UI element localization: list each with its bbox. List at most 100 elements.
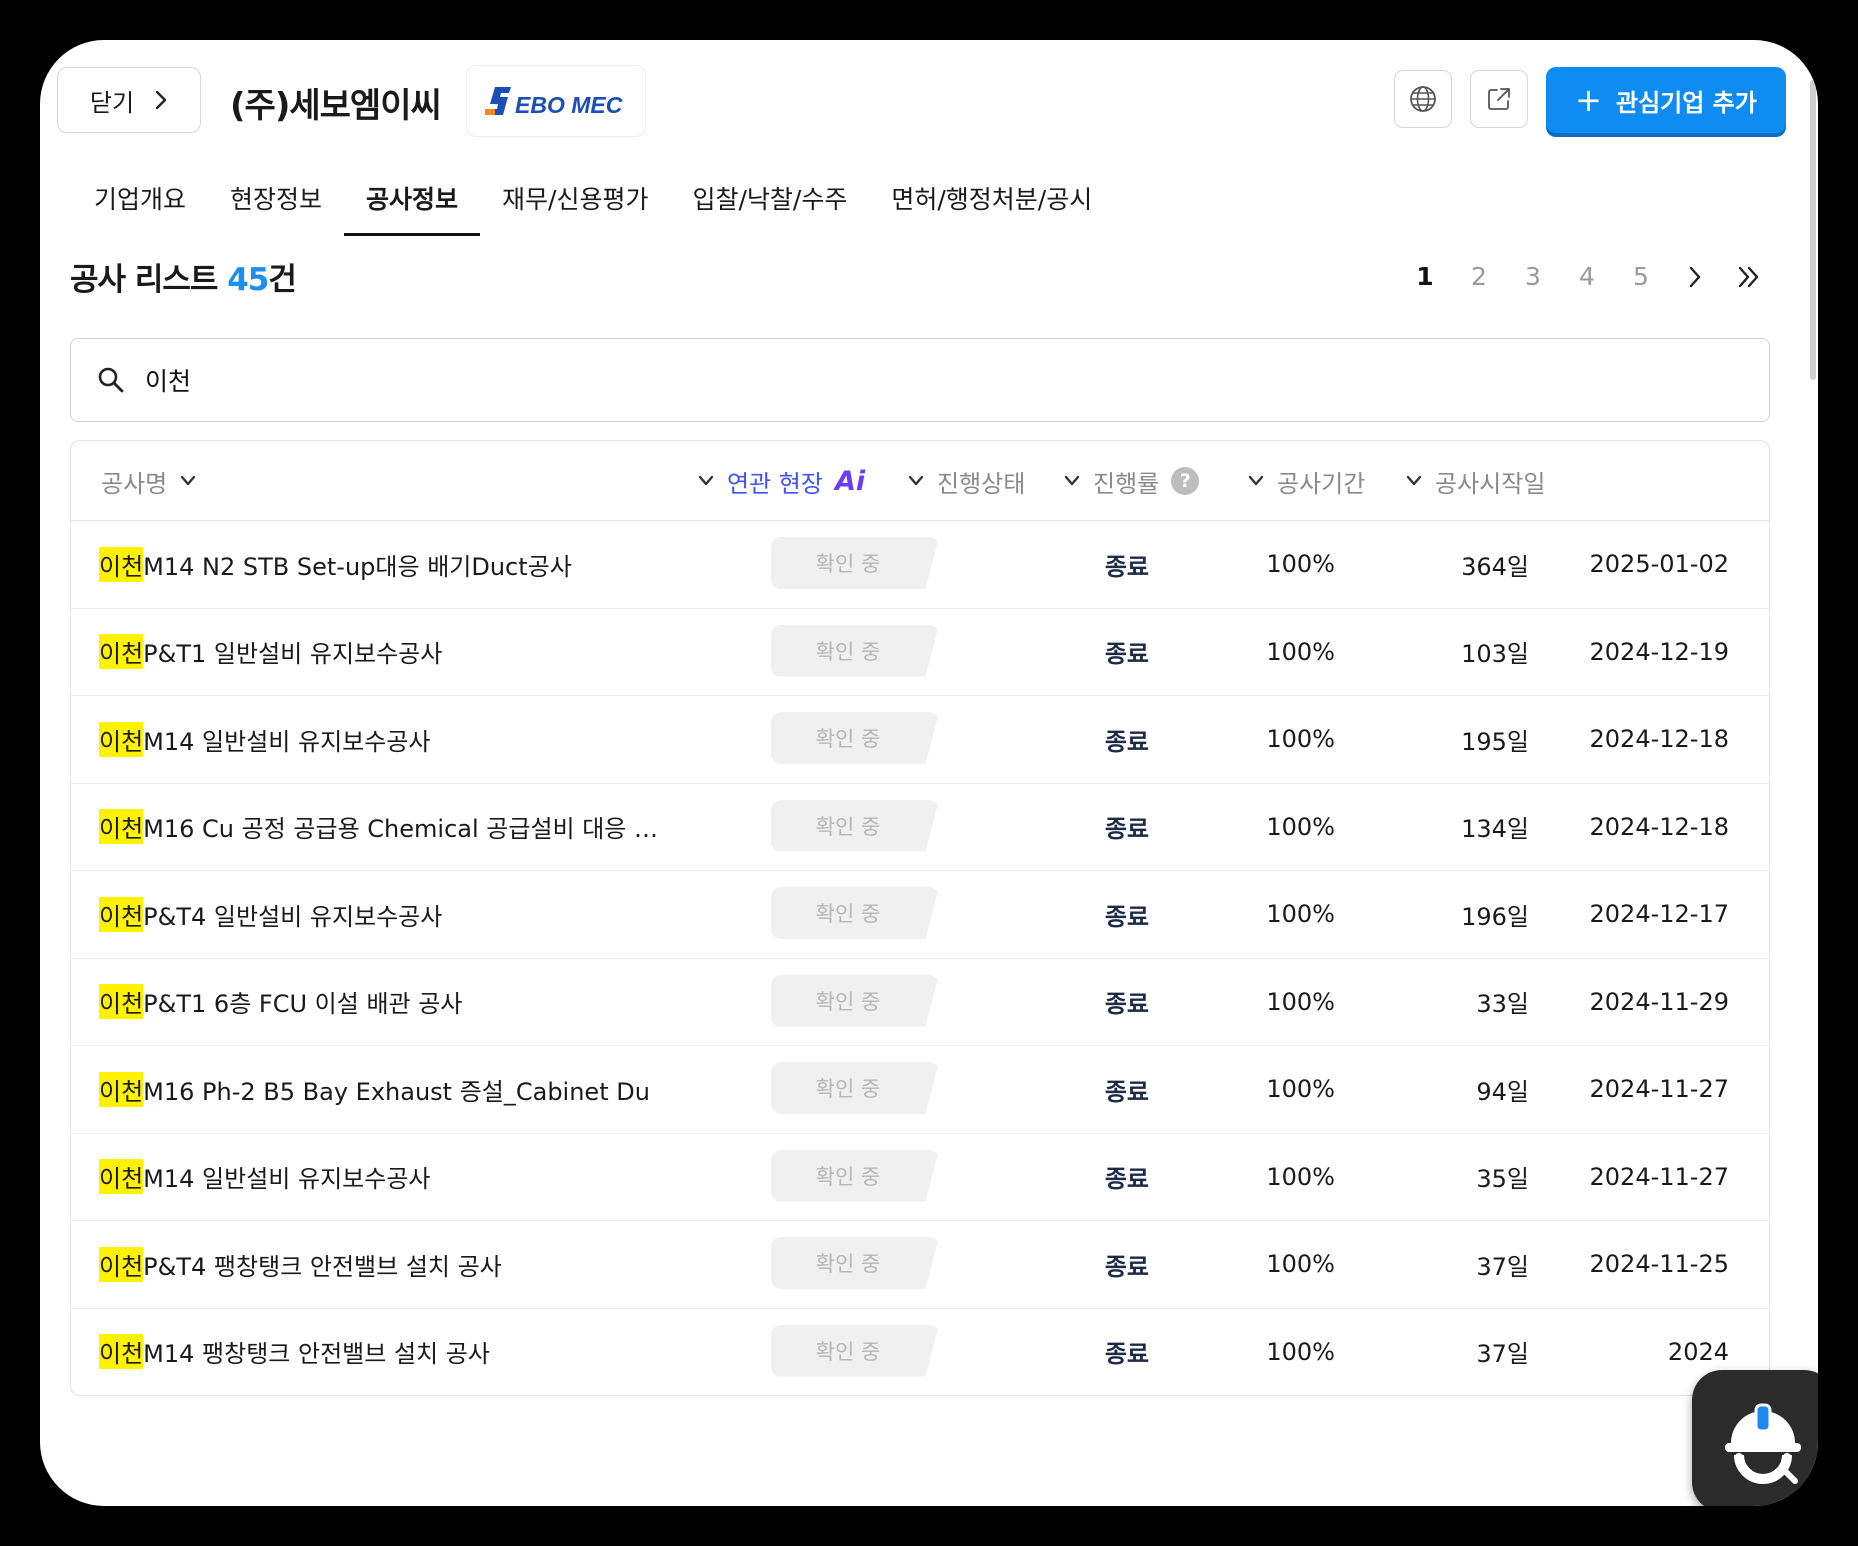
status-cell: 종료 [1104, 902, 1149, 931]
add-favorite-company-button[interactable]: + 관심기업 추가 [1546, 67, 1786, 133]
chevron-down-icon [181, 475, 196, 486]
table-row[interactable]: 이천 P&T1 일반설비 유지보수공사 확인 중 종료 100% 103일 202… [71, 609, 1769, 696]
construction-name[interactable]: 이천 M14 팽창탱크 안전밸브 설치 공사 [99, 1309, 659, 1395]
table-body: 이천 M14 N2 STB Set-up대응 배기Duct공사 확인 중 종료 1… [71, 521, 1769, 1396]
search-input[interactable] [145, 365, 1645, 395]
rate-cell: 100% [1266, 550, 1335, 578]
construction-name[interactable]: 이천 P&T4 일반설비 유지보수공사 [99, 871, 659, 957]
construction-name[interactable]: 이천 M14 N2 STB Set-up대응 배기Duct공사 [99, 521, 659, 607]
construction-name[interactable]: 이천 P&T1 일반설비 유지보수공사 [99, 609, 659, 695]
search-highlight: 이천 [99, 1246, 144, 1282]
page-2[interactable]: 2 [1452, 262, 1506, 291]
table-row[interactable]: 이천 P&T4 일반설비 유지보수공사 확인 중 종료 100% 196일 202… [71, 871, 1769, 959]
construction-name-text: M16 Cu 공정 공급용 Chemical 공급설비 대응 … [143, 815, 659, 843]
construction-name[interactable]: 이천 M14 일반설비 유지보수공사 [99, 1134, 659, 1220]
table-row[interactable]: 이천 M16 Cu 공정 공급용 Chemical 공급설비 대응 … 확인 중 … [71, 784, 1769, 871]
construction-name[interactable]: 이천 P&T4 팽창탱크 안전밸브 설치 공사 [99, 1221, 659, 1307]
rate-cell: 100% [1266, 812, 1335, 841]
construction-name-text: P&T1 일반설비 유지보수공사 [143, 640, 443, 668]
language-button[interactable] [1394, 70, 1452, 128]
column-header-period[interactable]: 공사기간 [1247, 441, 1365, 521]
table-row[interactable]: 이천 P&T1 6층 FCU 이설 배관 공사 확인 중 종료 100% 33일 … [71, 959, 1769, 1046]
close-button[interactable]: 닫기 [57, 67, 201, 133]
company-name: (주)세보엠이씨 [230, 86, 442, 126]
search-highlight: 이천 [99, 984, 144, 1019]
column-header-related-site[interactable]: 연관 현장 Ai [697, 441, 865, 521]
search-highlight: 이천 [99, 1071, 144, 1107]
column-header-start-date[interactable]: 공사시작일 [1405, 441, 1545, 521]
start-date-cell: 2024-12-18 [1589, 812, 1729, 841]
tab-bid-award[interactable]: 입찰/낙찰/수주 [670, 180, 869, 236]
construction-name[interactable]: 이천 M16 Ph-2 B5 Bay Exhaust 증설_Cabinet Du [99, 1046, 659, 1132]
page-3[interactable]: 3 [1506, 262, 1560, 291]
rate-cell: 100% [1266, 1075, 1335, 1103]
related-site-badge: 확인 중 [771, 712, 939, 764]
table-row[interactable]: 이천 M14 일반설비 유지보수공사 확인 중 종료 100% 195일 2024… [71, 696, 1769, 784]
chatbot-helmet-icon [1725, 1403, 1801, 1484]
search-highlight: 이천 [99, 1334, 144, 1369]
status-cell: 종료 [1104, 1252, 1149, 1281]
chevron-down-icon [908, 475, 924, 486]
table-row[interactable]: 이천 M14 N2 STB Set-up대응 배기Duct공사 확인 중 종료 1… [71, 521, 1769, 609]
start-date-cell: 2025-01-02 [1589, 550, 1729, 578]
page-1[interactable]: 1 [1398, 262, 1452, 291]
status-cell: 종료 [1104, 727, 1149, 756]
column-status-label: 진행상태 [937, 469, 1026, 498]
start-date-cell: 2024-11-25 [1589, 1250, 1729, 1278]
construction-name-text: P&T4 팽창탱크 안전밸브 설치 공사 [143, 1252, 502, 1281]
tab-finance-credit[interactable]: 재무/신용평가 [480, 180, 670, 236]
column-header-status[interactable]: 진행상태 [907, 441, 1025, 521]
page-5[interactable]: 5 [1614, 262, 1668, 291]
page-4[interactable]: 4 [1560, 262, 1614, 291]
rate-cell: 100% [1266, 1162, 1335, 1191]
next-page-button[interactable] [1668, 265, 1722, 289]
pagination: 1 2 3 4 5 [1398, 262, 1776, 291]
column-name-label: 공사명 [101, 469, 168, 498]
table-row[interactable]: 이천 M14 일반설비 유지보수공사 확인 중 종료 100% 35일 2024-… [71, 1134, 1769, 1221]
open-external-button[interactable] [1470, 70, 1528, 128]
close-label: 닫기 [89, 88, 135, 117]
period-cell: 37일 [1476, 1340, 1529, 1368]
last-page-button[interactable] [1722, 265, 1776, 289]
search-box [70, 338, 1770, 422]
tab-construction-info[interactable]: 공사정보 [344, 180, 481, 236]
status-cell: 종료 [1104, 1165, 1149, 1193]
construction-name[interactable]: 이천 P&T1 6층 FCU 이설 배관 공사 [99, 959, 659, 1045]
table-row[interactable]: 이천 M16 Ph-2 B5 Bay Exhaust 증설_Cabinet Du … [71, 1046, 1769, 1134]
related-site-badge: 확인 중 [771, 799, 939, 852]
column-period-label: 공사기간 [1277, 469, 1366, 498]
period-cell: 196일 [1461, 902, 1529, 931]
svg-text:EBO MEC: EBO MEC [515, 92, 623, 118]
table-header: 공사명 연관 현장 Ai 진행상태 진행률 ? 공사기간 공사시작일 [71, 441, 1769, 521]
list-count: 45 [227, 262, 269, 298]
chevron-down-icon [1248, 475, 1264, 486]
status-cell: 종료 [1104, 1340, 1149, 1368]
chatbot-button[interactable] [1692, 1370, 1818, 1506]
construction-name-text: M14 N2 STB Set-up대응 배기Duct공사 [143, 552, 572, 581]
related-site-badge: 확인 중 [771, 1237, 939, 1289]
tab-license-disclosure[interactable]: 면허/행정처분/공시 [869, 180, 1114, 236]
construction-name[interactable]: 이천 M14 일반설비 유지보수공사 [99, 696, 659, 782]
related-site-badge: 확인 중 [771, 537, 939, 589]
start-date-cell: 2024-12-19 [1589, 637, 1729, 666]
plus-icon: + [1575, 81, 1602, 119]
ai-badge: Ai [834, 465, 866, 497]
column-header-rate[interactable]: 진행률 ? [1063, 441, 1200, 521]
construction-name-text: M16 Ph-2 B5 Bay Exhaust 증설_Cabinet Du [143, 1077, 650, 1106]
table-row[interactable]: 이천 M14 팽창탱크 안전밸브 설치 공사 확인 중 종료 100% 37일 2… [71, 1309, 1769, 1396]
help-icon[interactable]: ? [1171, 467, 1200, 495]
column-header-name[interactable]: 공사명 [101, 441, 197, 521]
tab-company-overview[interactable]: 기업개요 [72, 180, 208, 236]
construction-name-text: P&T1 6층 FCU 이설 배관 공사 [143, 990, 463, 1018]
list-title-text: 공사 리스트 [70, 262, 218, 298]
construction-name[interactable]: 이천 M16 Cu 공정 공급용 Chemical 공급설비 대응 … [99, 784, 659, 870]
table-row[interactable]: 이천 P&T4 팽창탱크 안전밸브 설치 공사 확인 중 종료 100% 37일 … [71, 1221, 1769, 1309]
rate-cell: 100% [1266, 725, 1335, 753]
column-start-label: 공사시작일 [1435, 469, 1546, 498]
company-logo: EBO MEC [466, 65, 646, 137]
globe-icon [1410, 86, 1436, 112]
tab-site-info[interactable]: 현장정보 [208, 180, 344, 236]
scrollbar[interactable] [1810, 80, 1816, 380]
start-date-cell: 2024-11-29 [1589, 987, 1729, 1016]
chevron-down-icon [698, 475, 714, 486]
